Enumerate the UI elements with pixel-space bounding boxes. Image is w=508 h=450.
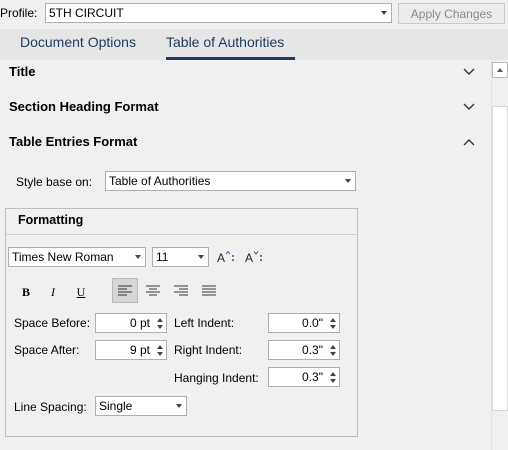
left-indent-value: 0.0" bbox=[302, 316, 323, 330]
style-base-label: Style base on: bbox=[16, 175, 93, 189]
left-indent-label: Left Indent: bbox=[174, 316, 235, 330]
space-after-value: 9 pt bbox=[129, 343, 150, 357]
align-center-button[interactable] bbox=[140, 278, 166, 303]
line-spacing-label: Line Spacing: bbox=[14, 400, 87, 414]
space-after-stepper[interactable]: 9 pt bbox=[95, 340, 167, 360]
tab-document-options[interactable]: Document Options bbox=[20, 34, 136, 50]
right-indent-stepper[interactable]: 0.3" bbox=[268, 340, 340, 360]
right-indent-label: Right Indent: bbox=[174, 343, 243, 357]
scroll-thumb[interactable] bbox=[492, 106, 508, 411]
left-indent-stepper[interactable]: 0.0" bbox=[268, 313, 340, 333]
bold-button[interactable]: B bbox=[17, 285, 35, 300]
italic-button[interactable]: I bbox=[44, 285, 62, 300]
line-spacing-select[interactable]: Single bbox=[95, 396, 187, 416]
apply-changes-button[interactable]: Apply Changes bbox=[398, 3, 505, 24]
chevron-down-icon bbox=[341, 179, 355, 183]
section-title-header[interactable]: Title bbox=[9, 64, 36, 79]
chevron-down-icon[interactable] bbox=[462, 67, 476, 77]
chevron-down-icon[interactable] bbox=[462, 102, 476, 112]
align-left-button[interactable] bbox=[112, 278, 138, 303]
space-before-value: 0 pt bbox=[129, 316, 150, 330]
space-before-stepper[interactable]: 0 pt bbox=[95, 313, 167, 333]
line-spacing-value: Single bbox=[99, 399, 133, 413]
chevron-up-icon[interactable] bbox=[462, 137, 476, 147]
profile-select-value: 5TH CIRCUIT bbox=[49, 6, 124, 20]
stepper-arrows-icon[interactable] bbox=[154, 314, 166, 332]
space-after-label: Space After: bbox=[14, 343, 80, 357]
align-justify-icon bbox=[202, 285, 216, 295]
tab-table-of-authorities[interactable]: Table of Authorities bbox=[166, 34, 284, 50]
profile-label: Profile: bbox=[0, 6, 38, 20]
style-base-value: Table of Authorities bbox=[109, 174, 211, 188]
align-right-button[interactable] bbox=[168, 278, 194, 303]
formatting-title: Formatting bbox=[18, 213, 84, 227]
chevron-down-icon bbox=[172, 404, 186, 408]
section-heading-format-header[interactable]: Section Heading Format bbox=[9, 99, 159, 114]
decrease-font-size-icon[interactable]: A bbox=[245, 250, 265, 264]
stepper-arrows-icon[interactable] bbox=[327, 314, 339, 332]
svg-text:A: A bbox=[217, 251, 225, 264]
font-family-select[interactable]: Times New Roman bbox=[8, 247, 146, 267]
scroll-up-button[interactable] bbox=[492, 62, 508, 78]
font-size-select[interactable]: 11 bbox=[152, 247, 209, 267]
stepper-arrows-icon[interactable] bbox=[327, 368, 339, 386]
right-indent-value: 0.3" bbox=[302, 343, 323, 357]
align-right-icon bbox=[174, 285, 188, 295]
chevron-down-icon bbox=[377, 11, 391, 15]
space-before-label: Space Before: bbox=[14, 316, 91, 330]
hanging-indent-stepper[interactable]: 0.3" bbox=[268, 367, 340, 387]
hanging-indent-label: Hanging Indent: bbox=[174, 371, 259, 385]
increase-font-size-icon[interactable]: A bbox=[217, 250, 237, 264]
stepper-arrows-icon[interactable] bbox=[154, 341, 166, 359]
profile-select[interactable]: 5TH CIRCUIT bbox=[45, 3, 392, 23]
hanging-indent-value: 0.3" bbox=[302, 370, 323, 384]
align-justify-button[interactable] bbox=[196, 278, 222, 303]
table-entries-format-header[interactable]: Table Entries Format bbox=[9, 134, 137, 149]
style-base-select[interactable]: Table of Authorities bbox=[105, 171, 356, 191]
stepper-arrows-icon[interactable] bbox=[327, 341, 339, 359]
font-size-value: 11 bbox=[156, 250, 169, 264]
underline-button[interactable]: U bbox=[72, 285, 90, 300]
align-center-icon bbox=[146, 285, 160, 295]
font-family-value: Times New Roman bbox=[12, 250, 114, 264]
svg-text:A: A bbox=[245, 251, 253, 264]
align-left-icon bbox=[118, 285, 132, 295]
chevron-down-icon bbox=[131, 255, 145, 259]
chevron-down-icon bbox=[194, 255, 208, 259]
